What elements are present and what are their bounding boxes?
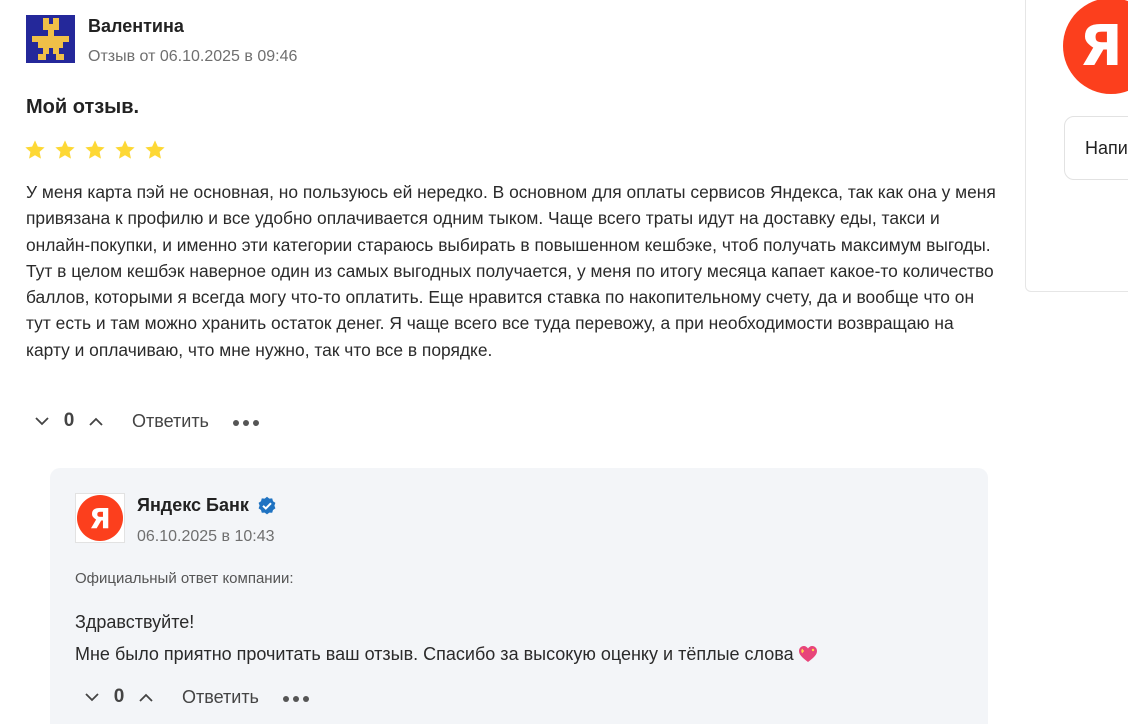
author-name[interactable]: Валентина xyxy=(88,16,184,37)
sparkling-heart-icon xyxy=(798,646,817,662)
vote-up-button[interactable] xyxy=(87,412,105,430)
dot-icon xyxy=(242,420,249,426)
dot-icon xyxy=(302,696,309,702)
reply-vote-count: 0 xyxy=(113,686,125,707)
chevron-down-icon xyxy=(85,692,99,701)
reply-greeting: Здравствуйте! xyxy=(75,612,195,632)
more-options-button[interactable] xyxy=(232,416,259,426)
reply-date: 06.10.2025 в 10:43 xyxy=(137,528,275,545)
reply-vote-up-button[interactable] xyxy=(137,688,155,706)
rating-stars xyxy=(24,139,166,161)
reply-more-options-button[interactable] xyxy=(282,692,309,702)
dot-icon xyxy=(282,696,289,702)
review-actions: 0 Ответить xyxy=(33,407,259,435)
star-icon xyxy=(85,140,105,159)
review-card: Валентина Отзыв от 06.10.2025 в 09:46 Мо… xyxy=(0,0,1000,724)
chevron-up-icon xyxy=(89,417,103,426)
reply-reply-button[interactable]: Ответить xyxy=(182,687,259,708)
dot-icon xyxy=(252,420,259,426)
review-title: Мой отзыв. xyxy=(26,96,140,118)
company-name-row: Яндекс Банк xyxy=(137,495,277,516)
company-logo[interactable]: Я xyxy=(75,493,125,543)
reply-vote-down-button[interactable] xyxy=(83,688,101,706)
star-icon xyxy=(145,140,165,159)
reply-actions: 0 Ответить xyxy=(83,683,309,711)
company-name[interactable]: Яндекс Банк xyxy=(137,495,249,516)
reply-text: Здравствуйте! Мне было приятно прочитать… xyxy=(75,606,818,670)
star-icon xyxy=(55,140,75,159)
star-icon xyxy=(115,140,135,159)
vote-down-button[interactable] xyxy=(33,412,51,430)
official-reply-label: Официальный ответ компании: xyxy=(75,570,294,587)
verified-badge-icon xyxy=(258,496,276,514)
review-text: У меня карта пэй не основная, но пользую… xyxy=(26,182,996,360)
user-avatar[interactable] xyxy=(26,15,75,63)
chevron-up-icon xyxy=(139,693,153,702)
reply-button[interactable]: Ответить xyxy=(132,411,209,432)
reply-message: Мне было приятно прочитать ваш отзыв. Сп… xyxy=(75,644,794,664)
yandex-logo-icon: Я xyxy=(77,495,123,541)
vote-count: 0 xyxy=(63,410,75,431)
dot-icon xyxy=(292,696,299,702)
avatar-pixel-icon xyxy=(26,15,75,63)
review-date: Отзыв от 06.10.2025 в 09:46 xyxy=(88,48,298,65)
chevron-down-icon xyxy=(35,416,49,425)
reply-message-line: Мне было приятно прочитать ваш отзыв. Сп… xyxy=(75,638,818,670)
write-review-button[interactable]: Напи xyxy=(1064,116,1128,180)
star-icon xyxy=(25,140,45,159)
dot-icon xyxy=(232,420,239,426)
